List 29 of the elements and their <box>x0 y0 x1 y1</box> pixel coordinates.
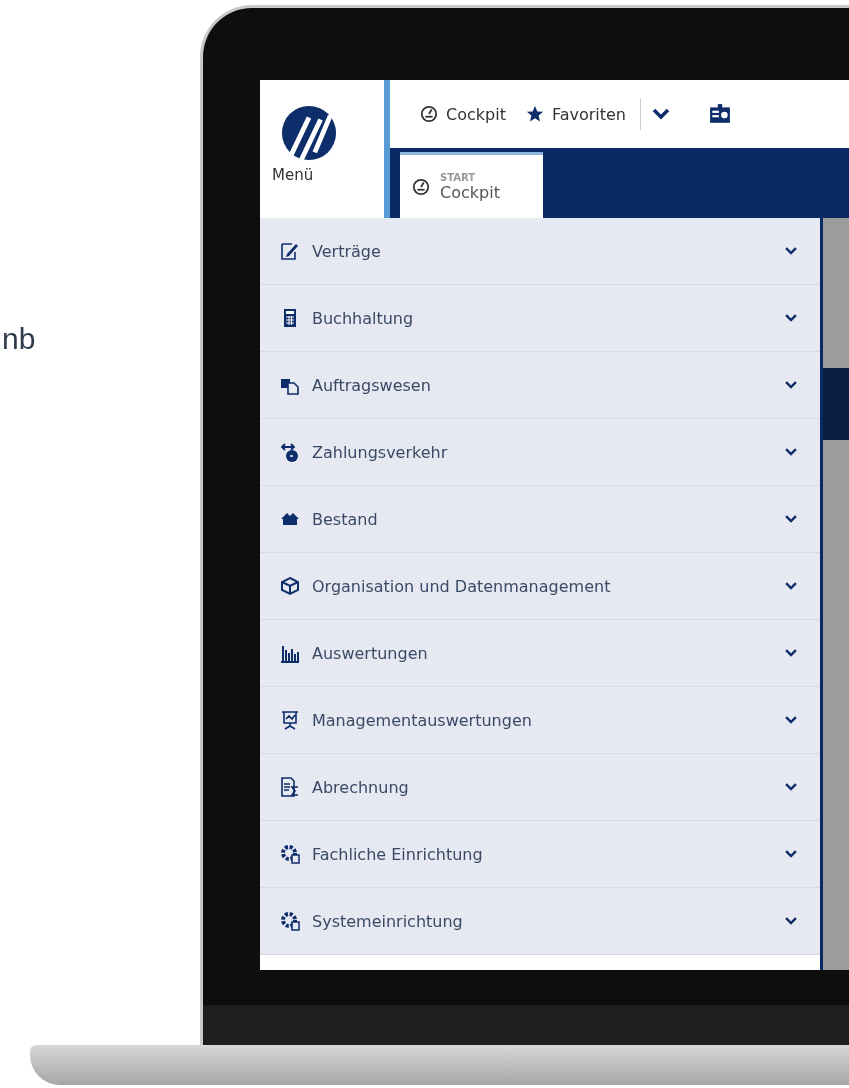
menu-item[interactable]: Verträge <box>260 218 820 285</box>
tab-overline: START <box>440 171 476 183</box>
money-transfer-icon <box>280 442 300 462</box>
tab[interactable]: START Cockpit <box>400 152 543 218</box>
background-text: nb <box>2 322 36 356</box>
star-icon <box>525 105 544 123</box>
menu-item[interactable]: Organisation und Datenmanagement <box>260 553 820 620</box>
edit-document-icon <box>280 241 300 261</box>
tab-label: Cockpit <box>440 182 500 202</box>
sum-document-icon <box>280 777 300 797</box>
gauge-icon <box>412 177 430 196</box>
id-card-icon[interactable] <box>709 103 731 125</box>
gear-window-icon <box>280 911 300 931</box>
gear-document-icon <box>280 844 300 864</box>
menu-item[interactable]: Abrechnung <box>260 754 820 821</box>
favorites-link[interactable]: Favoriten <box>525 104 626 124</box>
gauge-icon <box>420 105 438 123</box>
menu-item[interactable]: Auswertungen <box>260 620 820 687</box>
logo-icon <box>280 104 338 162</box>
cockpit-link[interactable]: Cockpit <box>420 104 506 124</box>
menu-item[interactable]: Bestand <box>260 486 820 553</box>
cube-icon <box>280 576 300 596</box>
menu-item[interactable]: Managementauswertungen <box>260 687 820 754</box>
menu-item[interactable]: Fachliche Einrichtung <box>260 821 820 888</box>
bar-chart-icon <box>280 643 300 663</box>
presentation-icon <box>280 710 300 730</box>
menu-item[interactable]: Zahlungsverkehr <box>260 419 820 486</box>
menu-item[interactable]: Buchhaltung <box>260 285 820 352</box>
menu-item[interactable]: Auftragswesen <box>260 352 820 419</box>
